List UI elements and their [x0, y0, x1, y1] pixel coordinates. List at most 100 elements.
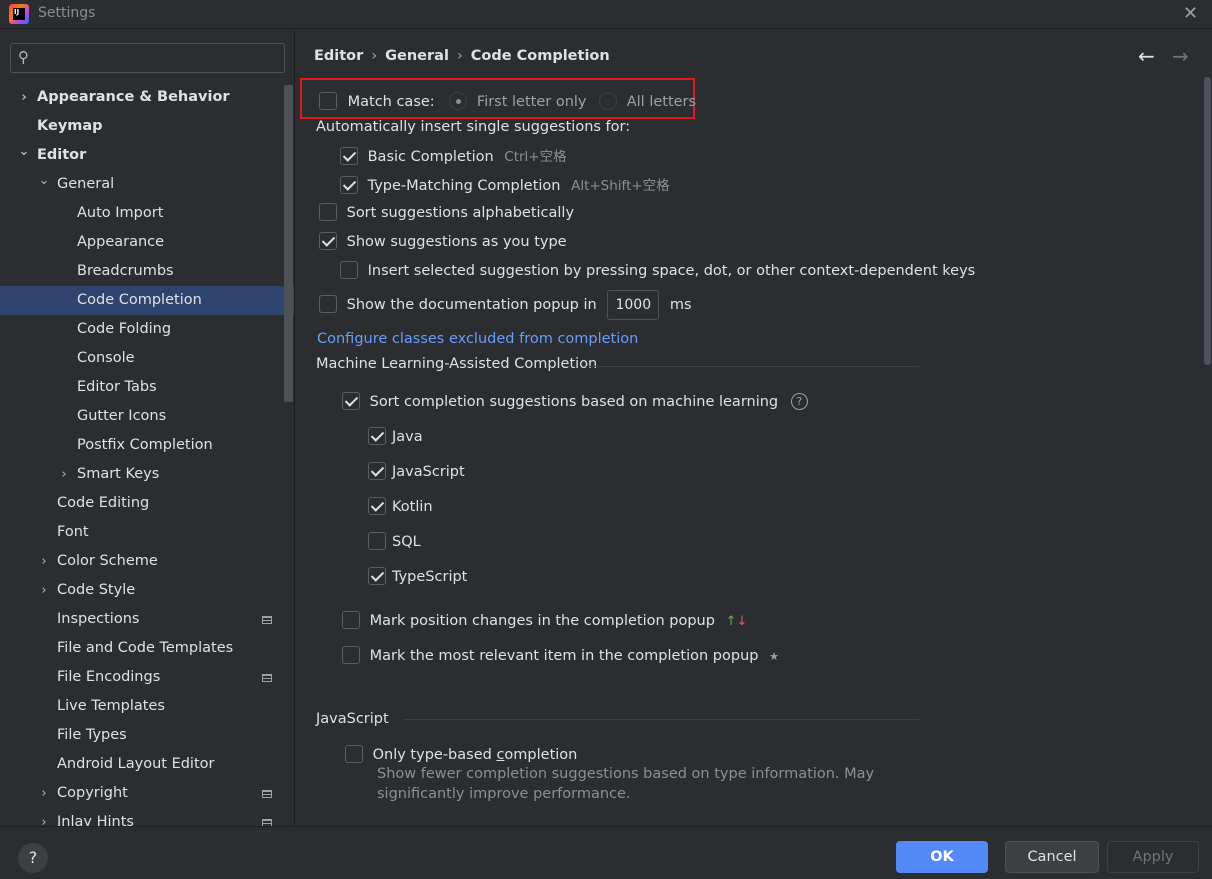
sidebar-item[interactable]: › Code Style — [0, 576, 294, 605]
sidebar-item[interactable]: File Types — [0, 721, 294, 750]
sidebar-item-label: Keymap — [37, 118, 103, 134]
ml-language-label: TypeScript — [392, 569, 468, 585]
configure-excluded-link[interactable]: Configure classes excluded from completi… — [317, 331, 638, 347]
sidebar-item-label: Inlay Hints — [57, 814, 134, 826]
chevron-right-icon[interactable]: › — [37, 576, 51, 605]
sidebar-item[interactable]: › Inlay Hints — [0, 808, 294, 826]
sidebar-item-label: Console — [77, 350, 135, 366]
sidebar-item[interactable]: Console — [0, 344, 294, 373]
doc-popup-checkbox[interactable] — [319, 295, 337, 313]
ok-button[interactable]: OK — [896, 841, 988, 873]
ml-language-checkbox[interactable] — [368, 427, 386, 445]
close-icon[interactable]: ✕ — [1183, 3, 1198, 24]
sidebar-item-label: Code Completion — [77, 292, 202, 308]
sidebar-item-label: General — [57, 176, 115, 192]
sidebar-item[interactable]: › Copyright — [0, 779, 294, 808]
all-letters-label: All letters — [626, 94, 697, 110]
chevron-down-icon[interactable]: ⌄ — [37, 166, 51, 195]
chevron-down-icon[interactable]: ⌄ — [17, 137, 31, 166]
breadcrumb-item[interactable]: Editor — [314, 48, 363, 64]
sidebar-item[interactable]: ⌄ General — [0, 170, 294, 199]
sidebar-item[interactable]: › Smart Keys — [0, 460, 294, 489]
sidebar-item-label: Code Style — [57, 582, 136, 598]
type-based-row: Only type-based completion — [345, 745, 577, 763]
sort-alpha-checkbox[interactable] — [319, 203, 337, 221]
sidebar-item[interactable]: Font — [0, 518, 294, 547]
type-based-label: Only type-based completion — [372, 747, 578, 763]
ml-language-checkbox[interactable] — [368, 567, 386, 585]
content-scrollbar[interactable] — [1204, 77, 1211, 365]
sidebar-item[interactable]: File Encodings — [0, 663, 294, 692]
match-case-checkbox[interactable] — [319, 92, 337, 110]
sidebar-item-label: File and Code Templates — [57, 640, 234, 656]
help-button[interactable]: ? — [18, 843, 48, 873]
sidebar-item[interactable]: File and Code Templates — [0, 634, 294, 663]
sidebar-item[interactable]: Code Folding — [0, 315, 294, 344]
sidebar-item[interactable]: Auto Import — [0, 199, 294, 228]
ml-sort-checkbox[interactable] — [342, 392, 360, 410]
sidebar-item-label: Code Folding — [77, 321, 172, 337]
insert-selected-checkbox[interactable] — [340, 261, 358, 279]
sidebar-item-label: Editor Tabs — [77, 379, 157, 395]
mark-relevant-checkbox[interactable] — [342, 646, 360, 664]
sidebar-item[interactable]: Code Editing — [0, 489, 294, 518]
sidebar-item[interactable]: Gutter Icons — [0, 402, 294, 431]
sidebar-scrollbar[interactable] — [284, 85, 293, 402]
type-based-checkbox[interactable] — [345, 745, 363, 763]
ml-language-checkbox[interactable] — [368, 497, 386, 515]
chevron-right-icon[interactable]: › — [17, 83, 31, 112]
chevron-right-icon[interactable]: › — [37, 547, 51, 576]
ml-sort-row: Sort completion suggestions based on mac… — [342, 392, 808, 410]
sidebar-item[interactable]: Inspections — [0, 605, 294, 634]
basic-completion-checkbox[interactable] — [340, 147, 358, 165]
cancel-button[interactable]: Cancel — [1005, 841, 1099, 873]
basic-completion-row: Basic Completion Ctrl+空格 — [340, 145, 567, 165]
section-divider — [586, 366, 919, 367]
chevron-right-icon[interactable]: › — [37, 808, 51, 826]
first-letter-radio[interactable] — [449, 92, 468, 110]
sidebar-item[interactable]: Android Layout Editor — [0, 750, 294, 779]
ml-sort-label: Sort completion suggestions based on mac… — [369, 394, 779, 410]
sidebar-item[interactable]: Postfix Completion — [0, 431, 294, 460]
sidebar-item[interactable]: Appearance — [0, 228, 294, 257]
sidebar-item-label: Copyright — [57, 785, 128, 801]
position-change-arrows-icon: ↑↓ — [725, 614, 748, 629]
search-input[interactable] — [41, 47, 276, 69]
doc-popup-delay-input[interactable] — [607, 290, 660, 320]
sidebar-item[interactable]: Code Completion — [0, 286, 294, 315]
sidebar-item[interactable]: Breadcrumbs — [0, 257, 294, 286]
type-based-description-line2: significantly improve performance. — [377, 786, 631, 802]
apply-button[interactable]: Apply — [1107, 841, 1199, 873]
sidebar-item[interactable]: › Color Scheme — [0, 547, 294, 576]
sidebar-item[interactable]: Keymap — [0, 112, 294, 141]
chevron-right-icon[interactable]: › — [57, 460, 71, 489]
forward-arrow-icon[interactable]: → — [1172, 44, 1189, 68]
breadcrumb-item: Code Completion — [470, 48, 610, 64]
basic-completion-shortcut: Ctrl+空格 — [504, 149, 567, 165]
sidebar-item[interactable]: › Appearance & Behavior — [0, 83, 294, 112]
chevron-right-icon[interactable]: › — [37, 779, 51, 808]
ml-language-checkbox[interactable] — [368, 532, 386, 550]
breadcrumb: Editor › General › Code Completion — [314, 48, 610, 64]
search-box[interactable]: ⚲ — [10, 43, 285, 73]
ml-language-checkbox[interactable] — [368, 462, 386, 480]
mark-position-checkbox[interactable] — [342, 611, 360, 629]
ml-language-row: TypeScript — [368, 567, 467, 585]
doc-popup-label: Show the documentation popup in — [346, 297, 597, 313]
all-letters-radio[interactable] — [599, 92, 618, 110]
type-matching-checkbox[interactable] — [340, 176, 358, 194]
breadcrumb-item[interactable]: General — [385, 48, 449, 64]
sidebar-item[interactable]: Editor Tabs — [0, 373, 294, 402]
show-as-type-checkbox[interactable] — [319, 232, 337, 250]
relevant-star-icon: ★ — [769, 650, 779, 663]
sidebar-item-label: Appearance — [77, 234, 165, 250]
back-arrow-icon[interactable]: ← — [1138, 44, 1155, 68]
dialog-footer: ? OK Cancel Apply — [0, 826, 1212, 879]
settings-content: Editor › General › Code Completion ← → Match… — [296, 30, 1212, 826]
help-icon[interactable]: ? — [790, 393, 808, 410]
insert-selected-label: Insert selected suggestion by pressing s… — [367, 263, 976, 279]
project-scope-icon — [262, 790, 272, 798]
sidebar-item-label: Auto Import — [77, 205, 164, 221]
sidebar-item[interactable]: Live Templates — [0, 692, 294, 721]
mark-relevant-row: Mark the most relevant item in the compl… — [342, 646, 779, 664]
